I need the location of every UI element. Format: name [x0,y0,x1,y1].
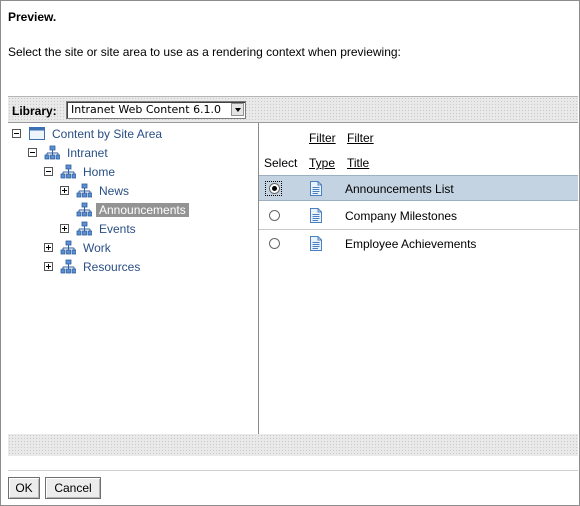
column-header-select: Select [264,156,298,170]
tree-label-root[interactable]: Content by Site Area [52,127,162,141]
table-row[interactable]: Employee Achievements [259,229,578,255]
column-header-type[interactable]: Type [309,156,335,170]
footer-bar [8,434,578,456]
library-bar: Library: Intranet Web Content 6.1.0 [8,96,578,123]
sitemap-icon [60,259,76,274]
tree-label-events[interactable]: Events [99,222,136,236]
instruction-text: Select the site or site area to use as a… [8,45,401,59]
collapse-icon[interactable] [28,148,37,157]
sitemap-icon [76,183,92,198]
window-icon [29,127,45,140]
select-radio[interactable] [269,183,280,194]
main-panel: Content by Site Area Intranet Home News … [8,122,578,436]
expand-icon[interactable] [60,224,69,233]
tree-label-home[interactable]: Home [83,165,115,179]
column-header-title[interactable]: Title [347,156,369,170]
tree-label-announcements[interactable]: Announcements [96,203,189,217]
tree-label-intranet[interactable]: Intranet [67,146,108,160]
collapse-icon[interactable] [44,167,53,176]
filter-title-link[interactable]: Filter [347,131,374,145]
site-tree: Content by Site Area Intranet Home News … [8,123,259,435]
library-label: Library: [12,104,57,118]
tree-label-news[interactable]: News [99,184,129,198]
chevron-down-icon[interactable] [231,103,244,116]
sitemap-icon [76,221,92,236]
table-row[interactable]: Announcements List [259,175,578,201]
tree-label-work[interactable]: Work [83,241,111,255]
sitemap-icon [44,145,60,160]
library-select[interactable]: Intranet Web Content 6.1.0 [66,101,246,119]
table-row[interactable]: Company Milestones [259,201,578,227]
tree-label-resources[interactable]: Resources [83,260,140,274]
document-icon [310,208,322,223]
row-title: Announcements List [345,182,454,196]
ok-button[interactable]: OK [8,477,40,499]
sitemap-icon [76,202,92,217]
row-title: Company Milestones [345,209,458,223]
expand-icon[interactable] [44,243,53,252]
library-select-value: Intranet Web Content 6.1.0 [71,103,222,116]
collapse-icon[interactable] [12,129,21,138]
divider [8,470,578,471]
dialog-title: Preview. [8,10,57,24]
document-icon [310,181,322,196]
sitemap-icon [60,240,76,255]
filter-type-link[interactable]: Filter [309,131,336,145]
document-icon [310,236,322,251]
select-radio[interactable] [269,210,280,221]
select-radio[interactable] [269,238,280,249]
cancel-button[interactable]: Cancel [45,477,101,499]
expand-icon[interactable] [44,262,53,271]
row-title: Employee Achievements [345,237,477,251]
content-list: Filter Filter Select Type Title Announce… [259,123,578,435]
expand-icon[interactable] [60,186,69,195]
sitemap-icon [60,164,76,179]
